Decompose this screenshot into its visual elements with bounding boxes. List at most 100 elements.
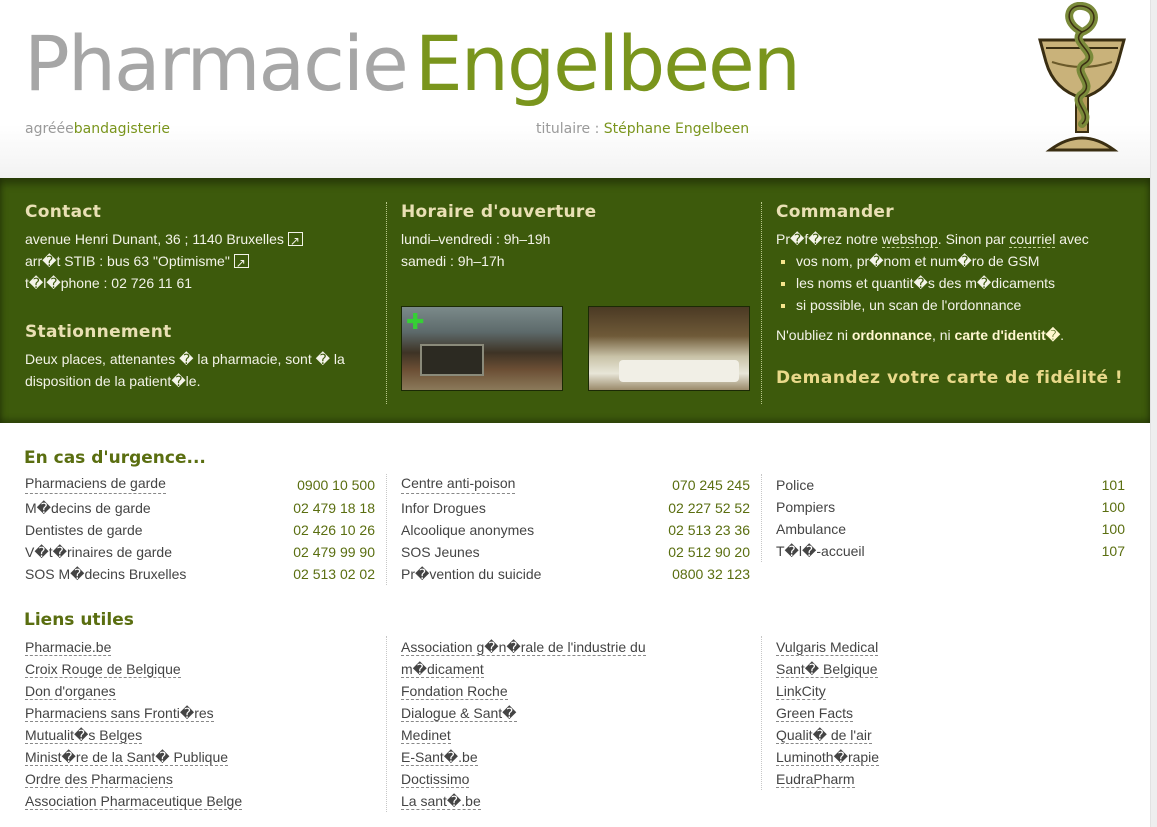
- contact-heading: Contact: [25, 202, 102, 222]
- site-title-part2: Engelbeen: [414, 19, 801, 108]
- table-row: M�decins de garde 02 479 18 18: [25, 497, 375, 519]
- urgence-number: 02 426 10 26: [293, 522, 375, 538]
- link-item[interactable]: Doctissimo: [401, 768, 750, 790]
- urgence-label: T�l�-accueil: [776, 543, 865, 559]
- link-text[interactable]: Croix Rouge de Belgique: [25, 661, 181, 678]
- link-item[interactable]: Luminoth�rapie: [776, 746, 1125, 768]
- links-heading: Liens utiles: [24, 610, 134, 630]
- link-text[interactable]: Ordre des Pharmaciens: [25, 771, 173, 788]
- link-text[interactable]: EudraPharm: [776, 771, 855, 788]
- link-item[interactable]: E-Sant�.be: [401, 746, 750, 768]
- urgence-number: 02 513 23 36: [668, 522, 750, 538]
- link-text[interactable]: Qualit� de l'air: [776, 727, 872, 744]
- link-text[interactable]: LinkCity: [776, 683, 826, 700]
- table-row: Alcoolique anonymes 02 513 23 36: [401, 519, 750, 541]
- urgence-number: 02 479 99 90: [293, 544, 375, 560]
- link-item[interactable]: Association Pharmaceutique Belge: [25, 790, 375, 812]
- link-item[interactable]: Croix Rouge de Belgique: [25, 658, 375, 680]
- link-item[interactable]: Don d'organes: [25, 680, 375, 702]
- link-text[interactable]: Dialogue & Sant�: [401, 705, 517, 722]
- link-text[interactable]: Sant� Belgique: [776, 661, 878, 678]
- link-item[interactable]: Fondation Roche: [401, 680, 750, 702]
- table-row: Infor Drogues 02 227 52 52: [401, 497, 750, 519]
- contact-address: avenue Henri Dunant, 36 ; 1140 Bruxelles: [25, 228, 370, 252]
- order-requirements-list: vos nom, pr�nom et num�ro de GSM les nom…: [776, 250, 1141, 316]
- link-item[interactable]: Medinet: [401, 724, 750, 746]
- link-text[interactable]: Vulgaris Medical: [776, 639, 879, 656]
- urgence-number: 101: [1101, 477, 1125, 493]
- link-text[interactable]: Pharmaciens sans Fronti�res: [25, 705, 214, 722]
- external-link-icon[interactable]: [287, 230, 303, 252]
- link-text[interactable]: Association Pharmaceutique Belge: [25, 793, 243, 810]
- link-text[interactable]: Doctissimo: [401, 771, 470, 788]
- link-item[interactable]: Pharmaciens sans Fronti�res: [25, 702, 375, 724]
- external-link-icon[interactable]: [233, 252, 249, 274]
- link-item[interactable]: Vulgaris Medical: [776, 636, 1125, 658]
- link-text[interactable]: Fondation Roche: [401, 683, 508, 700]
- link-text[interactable]: E-Sant�.be: [401, 749, 478, 766]
- link-text[interactable]: La sant�.be: [401, 793, 481, 810]
- info-band: Contact avenue Henri Dunant, 36 ; 1140 B…: [0, 178, 1150, 423]
- urgence-label[interactable]: Centre anti-poison: [401, 474, 516, 494]
- order-intro-2: . Sinon par: [937, 231, 1006, 247]
- link-item[interactable]: Association g�n�rale de l'industrie du: [401, 636, 750, 658]
- urgence-column-3: Police 101 Pompiers 100 Ambulance 100 T�l�-…: [761, 474, 1125, 562]
- link-item[interactable]: Minist�re de la Sant� Publique: [25, 746, 375, 768]
- link-text[interactable]: Minist�re de la Sant� Publique: [25, 749, 229, 766]
- loyalty-card-link[interactable]: Demandez votre carte de fidélité !: [776, 368, 1141, 388]
- link-item[interactable]: Mutualit�s Belges: [25, 724, 375, 746]
- link-item[interactable]: Ordre des Pharmaciens: [25, 768, 375, 790]
- link-item[interactable]: Sant� Belgique: [776, 658, 1125, 680]
- table-row: SOS Jeunes 02 512 90 20: [401, 541, 750, 563]
- links-column-2: Association g�n�rale de l'industrie du m…: [386, 636, 750, 812]
- urgence-label[interactable]: Pharmaciens de garde: [25, 474, 166, 494]
- link-item[interactable]: Green Facts: [776, 702, 1125, 724]
- order-note-2: , ni: [931, 327, 951, 343]
- link-item[interactable]: EudraPharm: [776, 768, 1125, 790]
- order-column: Commander Pr�f�rez notre webshop. Sinon …: [761, 202, 1141, 404]
- links-column-3: Vulgaris Medical Sant� Belgique LinkCity…: [761, 636, 1125, 790]
- tagline-prefix: agréée: [25, 121, 74, 137]
- link-item[interactable]: Dialogue & Sant�: [401, 702, 750, 724]
- parking-heading: Stationnement: [25, 322, 172, 342]
- site-title[interactable]: Pharmacie Engelbeen: [24, 26, 801, 102]
- order-note-id-card: carte d'identit�: [954, 327, 1061, 343]
- link-item[interactable]: m�dicament: [401, 658, 750, 680]
- contact-address-text: avenue Henri Dunant, 36 ; 1140 Bruxelles: [25, 231, 284, 247]
- link-text[interactable]: Association g�n�rale de l'industrie du: [401, 639, 646, 656]
- link-text[interactable]: Luminoth�rapie: [776, 749, 880, 766]
- link-item[interactable]: La sant�.be: [401, 790, 750, 812]
- urgence-number: 02 513 02 02: [293, 566, 375, 582]
- vertical-scrollbar[interactable]: [1150, 0, 1157, 827]
- link-text[interactable]: Green Facts: [776, 705, 854, 722]
- links-column-1: Pharmacie.be Croix Rouge de Belgique Don…: [25, 636, 375, 812]
- order-heading: Commander: [776, 202, 894, 222]
- urgence-label: Pr�vention du suicide: [401, 566, 542, 582]
- email-link[interactable]: courriel: [1009, 231, 1056, 248]
- link-text[interactable]: m�dicament: [401, 661, 484, 678]
- urgence-label: Infor Drogues: [401, 500, 486, 516]
- link-item[interactable]: Qualit� de l'air: [776, 724, 1125, 746]
- list-item: les noms et quantit�s des m�dicaments: [796, 272, 1141, 294]
- urgence-label: SOS Jeunes: [401, 544, 480, 560]
- link-item[interactable]: LinkCity: [776, 680, 1125, 702]
- urgence-label: SOS M�decins Bruxelles: [25, 566, 187, 582]
- contact-stop: arr�t STIB : bus 63 "Optimisme": [25, 250, 370, 274]
- tagline-highlight: bandagisterie: [73, 121, 171, 137]
- link-item[interactable]: Pharmacie.be: [25, 636, 375, 658]
- webshop-link[interactable]: webshop: [881, 231, 938, 248]
- link-text[interactable]: Mutualit�s Belges: [25, 727, 143, 744]
- site-title-part1: Pharmacie: [24, 19, 409, 108]
- site-header: Pharmacie Engelbeen agrééebandagisterie t…: [0, 0, 1150, 178]
- link-text[interactable]: Medinet: [401, 727, 451, 744]
- table-row: Ambulance 100: [776, 518, 1125, 540]
- table-row: Pr�vention du suicide 0800 32 123: [401, 563, 750, 585]
- urgence-number: 02 479 18 18: [293, 500, 375, 516]
- urgence-number: 0900 10 500: [297, 477, 375, 493]
- table-row: Pharmaciens de garde 0900 10 500: [25, 474, 375, 497]
- table-row: Dentistes de garde 02 426 10 26: [25, 519, 375, 541]
- link-text[interactable]: Don d'organes: [25, 683, 116, 700]
- urgence-label: V�t�rinaires de garde: [25, 544, 172, 560]
- link-text[interactable]: Pharmacie.be: [25, 639, 112, 656]
- owner-line: titulaire : Stéphane Engelbeen: [536, 121, 749, 137]
